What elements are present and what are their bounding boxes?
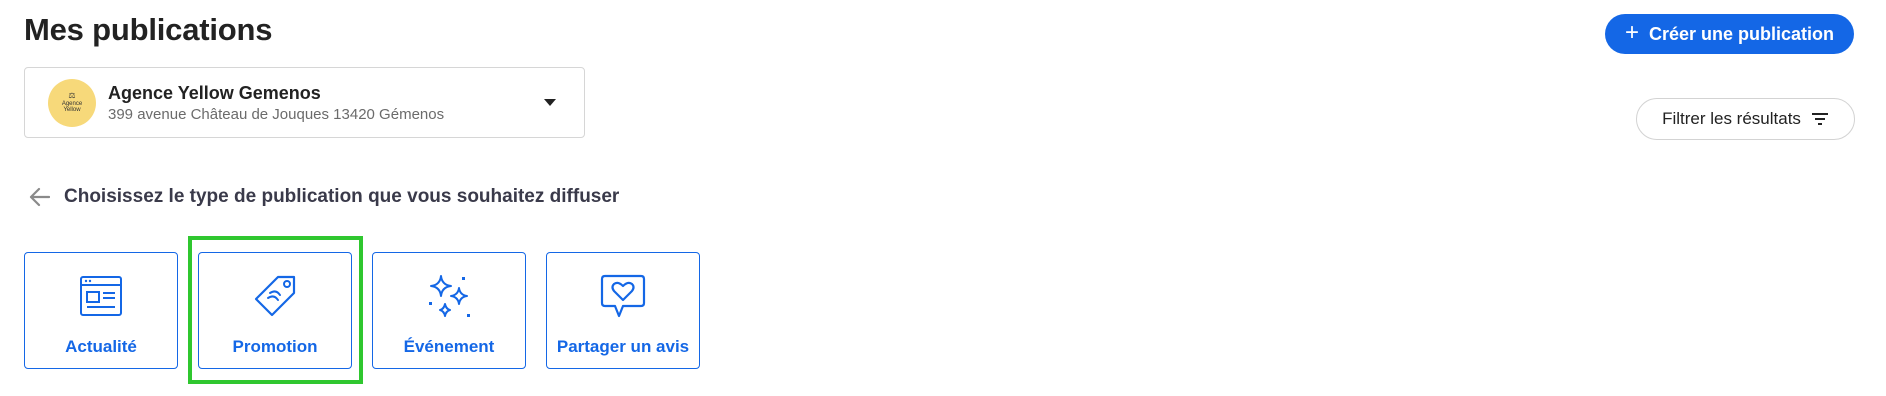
agency-address: 399 avenue Château de Jouques 13420 Géme… (108, 105, 445, 123)
agency-selector[interactable]: ⚖ Agence Yellow Agence Yellow Gemenos 39… (24, 67, 585, 138)
back-arrow-icon[interactable] (28, 187, 50, 207)
type-card-label: Promotion (232, 337, 318, 356)
type-card-label: Actualité (65, 337, 137, 356)
filter-results-button[interactable]: Filtrer les résultats (1636, 98, 1855, 140)
page-title: Mes publications (24, 12, 273, 47)
type-card-label: Événement (403, 337, 495, 356)
agency-name: Agence Yellow Gemenos (108, 82, 321, 103)
create-publication-button[interactable]: + Créer une publication (1605, 14, 1854, 54)
agency-avatar: ⚖ Agence Yellow (48, 78, 96, 127)
plus-icon: + (1624, 19, 1639, 46)
type-card-promotion[interactable]: Promotion (198, 252, 352, 369)
type-card-evenement[interactable]: Événement (372, 252, 526, 369)
news-icon (79, 273, 123, 319)
type-card-label: Partager un avis (556, 337, 690, 356)
type-card-actualite[interactable]: Actualité (24, 252, 178, 369)
type-card-partager-avis[interactable]: Partager un avis (546, 252, 700, 369)
price-tag-icon (252, 273, 298, 319)
avatar-text-line2: Yellow (63, 107, 81, 114)
chevron-down-icon (544, 99, 556, 106)
filter-results-label: Filtrer les résultats (1662, 109, 1801, 128)
heart-speech-bubble-icon (599, 273, 647, 319)
sparkles-icon (425, 273, 473, 319)
agency-logo-icon: ⚖ (68, 90, 76, 100)
filter-icon (1811, 113, 1828, 125)
create-publication-label: Créer une publication (1648, 23, 1835, 44)
publication-type-prompt: Choisissez le type de publication que vo… (64, 186, 620, 207)
